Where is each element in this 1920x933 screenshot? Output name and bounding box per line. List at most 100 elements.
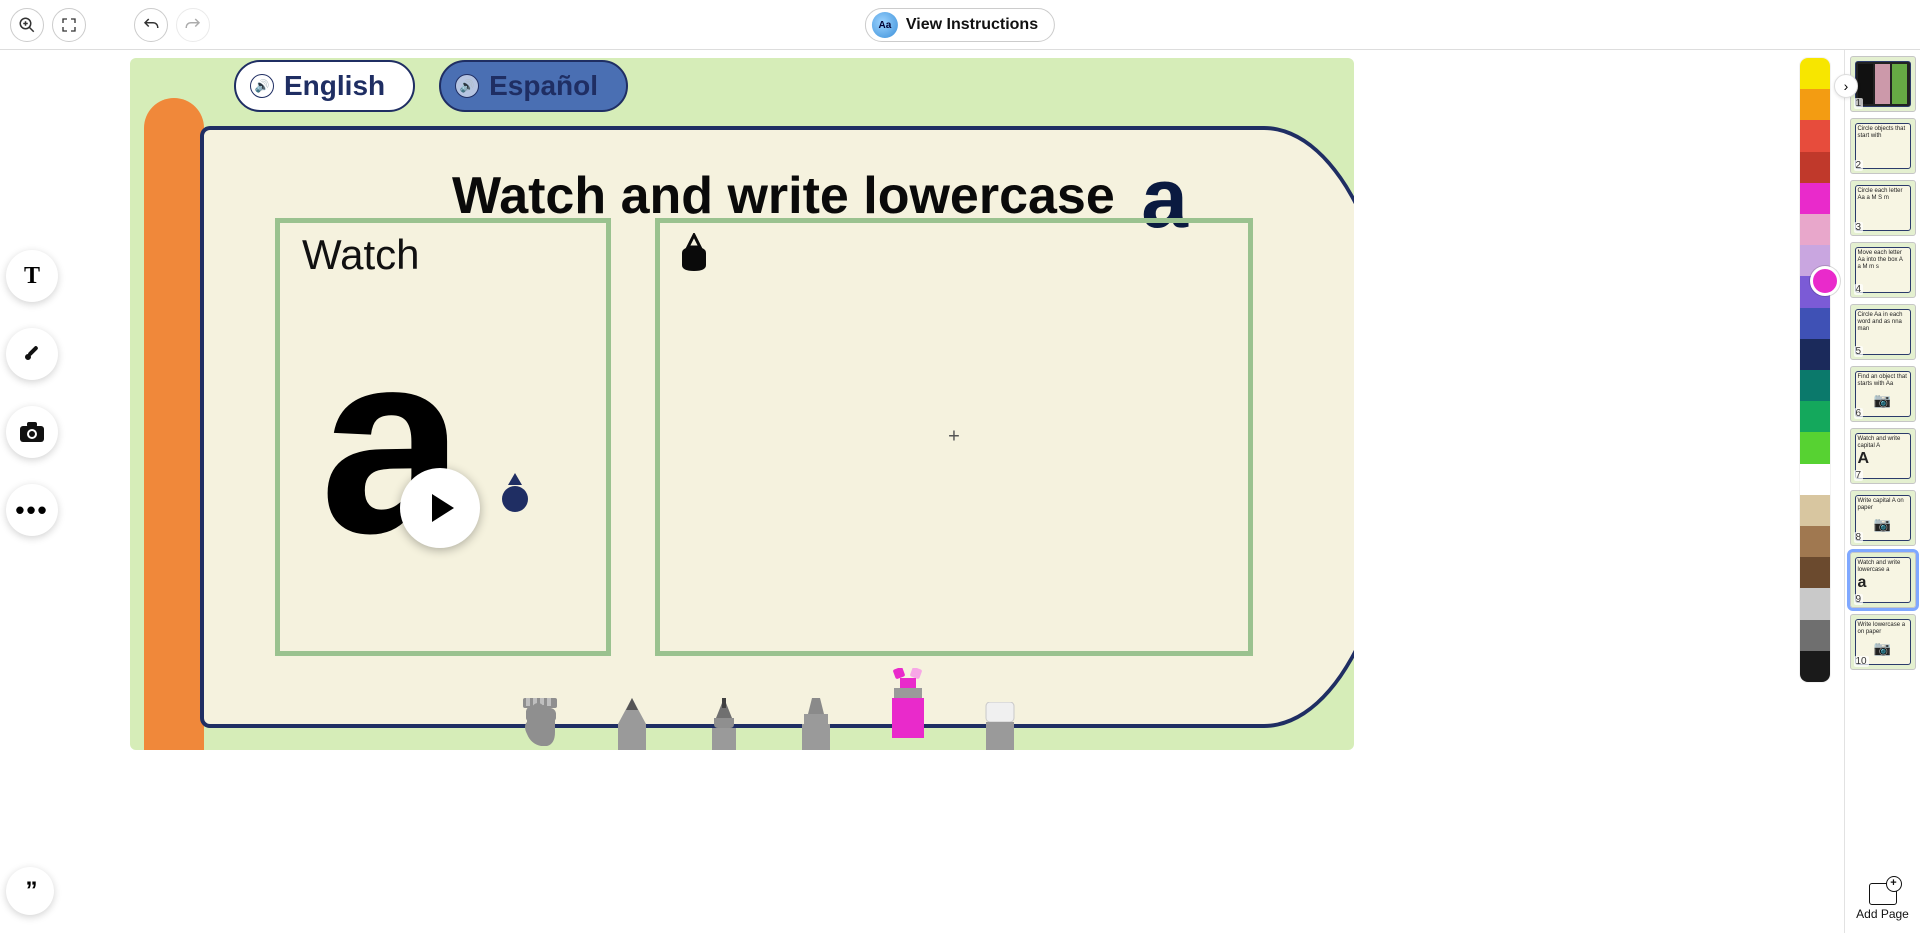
spanish-label: Español: [489, 70, 598, 102]
thumbnail-page[interactable]: Move each letter Aa into the box A a M m…: [1850, 242, 1916, 298]
thumbnail-page[interactable]: Circle Aa in each word and as nna man5: [1850, 304, 1916, 360]
headline-letter: a: [1141, 173, 1188, 223]
fullscreen-button[interactable]: [52, 8, 86, 42]
thumbnail-number: 7: [1854, 470, 1864, 481]
color-swatch[interactable]: [1800, 152, 1830, 183]
thumbnail-number: 1: [1854, 98, 1864, 109]
color-swatch[interactable]: [1800, 432, 1830, 463]
write-panel[interactable]: +: [655, 218, 1253, 656]
text-icon: T: [24, 263, 40, 290]
move-tool[interactable]: [512, 696, 568, 750]
ellipsis-icon: •••: [15, 495, 48, 526]
chevron-right-icon: ›: [1844, 78, 1849, 94]
add-page-button[interactable]: Add Page: [1856, 873, 1909, 933]
text-tool-button[interactable]: T: [6, 250, 58, 302]
language-switch: 🔊 English 🔊 Español: [234, 60, 628, 112]
undo-button[interactable]: [134, 8, 168, 42]
color-swatch[interactable]: [1800, 401, 1830, 432]
add-page-icon: [1869, 883, 1897, 905]
color-swatch[interactable]: [1800, 588, 1830, 619]
color-swatch[interactable]: [1800, 370, 1830, 401]
view-instructions-button[interactable]: Aa View Instructions: [865, 8, 1055, 42]
left-tool-column: T •••: [6, 250, 58, 536]
more-tools-button[interactable]: •••: [6, 484, 58, 536]
thumbnail-page[interactable]: Write lowercase a on paper📷10: [1850, 614, 1916, 670]
pencil-tool[interactable]: [604, 698, 660, 750]
slide-canvas[interactable]: 🔊 English 🔊 Español Watch and write lowe…: [130, 58, 1354, 750]
eraser-tool[interactable]: [972, 702, 1028, 750]
instructions-avatar-icon: Aa: [872, 12, 898, 38]
inkwell-icon: [676, 233, 712, 273]
color-swatch[interactable]: [1800, 651, 1830, 682]
thumbnail-panel: 1 Circle objects that start with2 Circle e…: [1844, 50, 1920, 933]
camera-icon: [19, 421, 45, 443]
center-crosshair-icon: +: [948, 426, 960, 449]
color-swatch[interactable]: [1800, 89, 1830, 120]
color-swatch[interactable]: [1800, 183, 1830, 214]
thumbnail-number: 5: [1854, 346, 1864, 357]
thumbnail-page[interactable]: •••Watch and write lowercase aa9: [1850, 552, 1916, 608]
camera-tool-button[interactable]: [6, 406, 58, 458]
thumbnail-page[interactable]: 1: [1850, 56, 1916, 112]
caption-tool-button[interactable]: ”: [6, 867, 54, 915]
color-swatch[interactable]: [1800, 214, 1830, 245]
thumbnail-number: 3: [1854, 222, 1864, 233]
speaker-icon: 🔊: [455, 74, 479, 98]
collapse-thumbnails-button[interactable]: ›: [1834, 74, 1858, 98]
thumbnail-page[interactable]: Find an object that starts with Aa📷6: [1850, 366, 1916, 422]
color-swatch[interactable]: [1800, 495, 1830, 526]
undo-icon: [142, 16, 160, 34]
redo-button[interactable]: [176, 8, 210, 42]
color-swatch[interactable]: [1800, 526, 1830, 557]
microphone-icon: [20, 342, 44, 366]
thumbnail-page[interactable]: Circle objects that start with2: [1850, 118, 1916, 174]
thumbnail-number: 10: [1854, 656, 1869, 667]
color-swatch[interactable]: [1800, 120, 1830, 151]
color-swatch[interactable]: [1800, 557, 1830, 588]
thumbnail-page[interactable]: Write capital A on paper📷8: [1850, 490, 1916, 546]
spanish-button[interactable]: 🔊 Español: [439, 60, 628, 112]
thumbnail-number: 9: [1854, 594, 1864, 605]
page-title: Watch and write lowercase a: [350, 166, 1290, 226]
highlighter-icon: [886, 668, 930, 738]
color-swatch[interactable]: [1800, 308, 1830, 339]
microphone-tool-button[interactable]: [6, 328, 58, 380]
thumbnail-number: 6: [1854, 408, 1864, 419]
thumbnail-page[interactable]: Watch and write capital AA7: [1850, 428, 1916, 484]
thumbnail-number: 8: [1854, 532, 1864, 543]
english-button[interactable]: 🔊 English: [234, 60, 415, 112]
stroke-start-arrow-icon: [498, 453, 532, 513]
thumbnail-number: 2: [1854, 160, 1864, 171]
english-label: English: [284, 70, 385, 102]
zoom-in-button[interactable]: [10, 8, 44, 42]
speaker-icon: 🔊: [250, 74, 274, 98]
color-swatch[interactable]: [1800, 464, 1830, 495]
redo-icon: [184, 16, 202, 34]
watch-label: Watch: [302, 231, 419, 279]
color-swatch[interactable]: [1800, 339, 1830, 370]
fullscreen-icon: [61, 17, 77, 33]
book-spine-decoration: [144, 98, 204, 750]
hand-icon: [515, 696, 565, 750]
quote-icon: ”: [26, 877, 35, 905]
play-button[interactable]: [400, 468, 480, 548]
pencil-icon: [612, 698, 652, 750]
pen-icon: [704, 698, 744, 750]
marker-icon: [796, 698, 836, 750]
pen-tool[interactable]: [696, 698, 752, 750]
eraser-icon: [980, 702, 1020, 750]
thumbnail-page[interactable]: Circle each letter Aa a M S m3: [1850, 180, 1916, 236]
drawing-toolbar: [512, 686, 1028, 750]
marker-tool[interactable]: [788, 698, 844, 750]
color-swatch[interactable]: [1800, 58, 1830, 89]
color-picker-strip[interactable]: [1800, 58, 1830, 682]
add-page-label: Add Page: [1856, 907, 1909, 921]
magnifier-plus-icon: [18, 16, 36, 34]
current-color-indicator[interactable]: [1810, 266, 1840, 296]
watch-panel: Watch a: [275, 218, 611, 656]
top-toolbar: Aa View Instructions: [0, 0, 1920, 50]
view-instructions-label: View Instructions: [906, 16, 1038, 34]
color-swatch[interactable]: [1800, 620, 1830, 651]
highlighter-tool[interactable]: [880, 668, 936, 738]
thumbnail-number: 4: [1854, 284, 1864, 295]
